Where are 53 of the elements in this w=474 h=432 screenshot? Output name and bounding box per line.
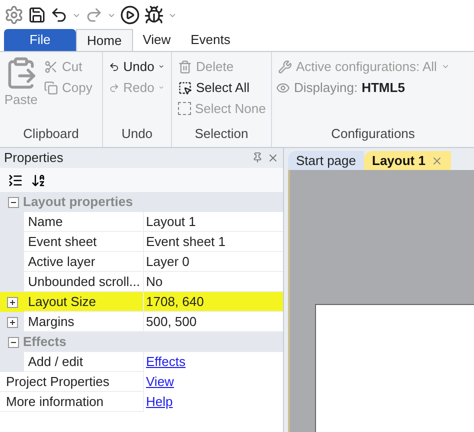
property-name: Event sheet: [24, 232, 143, 252]
collapse-icon[interactable]: [8, 196, 19, 208]
property-name: Project Properties: [0, 372, 143, 392]
scissors-icon: [44, 60, 58, 74]
undo-button[interactable]: Undo: [107, 56, 167, 77]
pin-icon[interactable]: [252, 152, 263, 163]
row-gutter: [0, 272, 24, 292]
undo-icon[interactable]: [50, 6, 68, 24]
group-label: Configurations: [330, 124, 416, 143]
property-name: Add / edit: [24, 352, 143, 372]
document-tab[interactable]: Layout 1: [364, 151, 452, 170]
select-all-button[interactable]: Select All: [176, 77, 267, 98]
save-icon[interactable]: [28, 6, 46, 24]
displaying-label: Displaying:: [294, 78, 358, 97]
section-header: Layout properties: [23, 193, 133, 212]
property-value: Layout 1: [143, 212, 283, 232]
caret-icon: [440, 62, 450, 71]
property-link[interactable]: View: [146, 372, 174, 392]
expand-icon[interactable]: [6, 316, 18, 328]
document-tab[interactable]: Start page: [288, 151, 364, 170]
section-header: Effects: [23, 333, 66, 352]
expand-icon[interactable]: [6, 296, 18, 308]
copy-icon: [44, 80, 58, 94]
dashed-square-icon: [178, 102, 191, 115]
close-icon[interactable]: [267, 152, 279, 164]
property-link[interactable]: Help: [146, 392, 173, 412]
ribbon-tab[interactable]: Home: [76, 29, 133, 51]
wrench-icon: [278, 60, 292, 74]
trash-icon: [178, 60, 192, 74]
property-link[interactable]: Effects: [146, 352, 186, 372]
collapse-icon[interactable]: [8, 336, 19, 348]
displaying-value: HTML5: [362, 78, 405, 97]
select-pointer-icon: [178, 80, 192, 94]
panel-title: Properties: [4, 149, 64, 168]
property-value: Layer 0: [143, 252, 283, 272]
property-name: More information: [0, 392, 143, 412]
property-name: Name: [24, 212, 143, 232]
property-name: Active layer: [24, 252, 143, 272]
property-value: Event sheet 1: [143, 232, 283, 252]
play-icon[interactable]: [120, 5, 140, 25]
categorized-icon[interactable]: [8, 172, 23, 188]
property-value: 1708, 640: [143, 292, 283, 312]
sort-icon[interactable]: [31, 172, 46, 188]
group-label: Clipboard: [22, 124, 80, 143]
ribbon-tab[interactable]: Events: [180, 29, 240, 51]
bug-icon[interactable]: [144, 5, 164, 25]
redo-icon[interactable]: [85, 6, 103, 24]
eye-icon: [276, 80, 290, 94]
group-label: Undo: [120, 124, 154, 142]
ribbon-tab[interactable]: View: [132, 29, 181, 51]
group-label: Selection: [194, 124, 250, 142]
close-icon[interactable]: [431, 154, 444, 166]
ribbon-tab[interactable]: File: [4, 29, 76, 51]
